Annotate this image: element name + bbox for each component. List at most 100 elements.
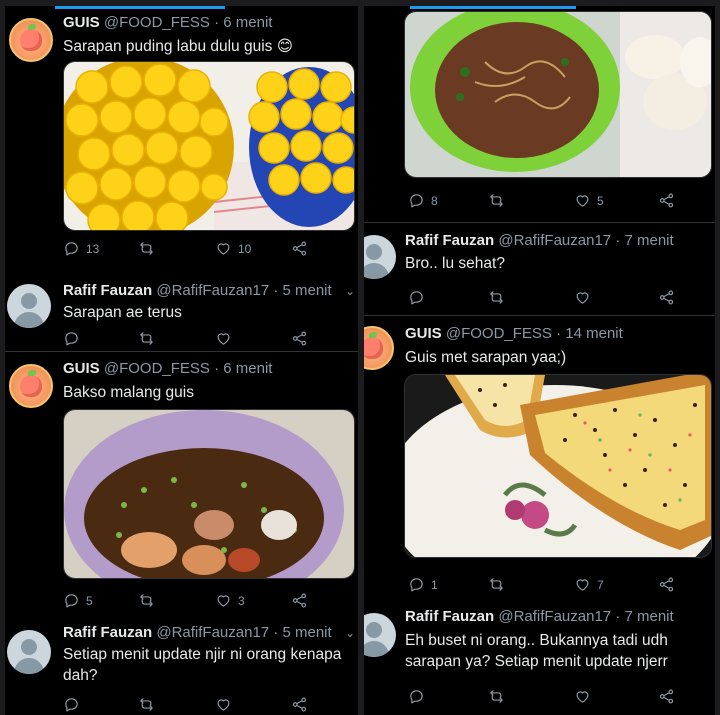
retweet-button[interactable]	[138, 592, 161, 609]
reply-button[interactable]	[408, 289, 431, 306]
share-button[interactable]	[291, 592, 308, 609]
tweet-card[interactable]: Rafif Fauzan @RafifFauzan17 · 5 menit ⌄ …	[5, 272, 358, 358]
retweet-button[interactable]	[488, 192, 511, 209]
display-name[interactable]: GUIS	[405, 325, 442, 342]
tweet-text: Eh buset ni orang.. Bukannya tadi udh sa…	[405, 632, 668, 670]
like-button[interactable]: 3	[215, 592, 245, 609]
like-button[interactable]	[574, 289, 597, 306]
like-button[interactable]: 7	[574, 576, 604, 593]
avatar[interactable]	[364, 235, 396, 279]
tweet-actions	[63, 696, 355, 715]
retweet-button[interactable]	[138, 240, 161, 257]
share-icon	[658, 576, 675, 593]
tweet-card[interactable]: GUIS @FOOD_FESS · 14 menit Guis met sara…	[364, 316, 715, 599]
share-button[interactable]	[658, 192, 675, 209]
tweet-card[interactable]: Rafif Fauzan @RafifFauzan17 · 5 menit ⌄ …	[5, 614, 358, 715]
tweet-text: Sarapan ae terus	[63, 304, 182, 321]
tweet-card[interactable]: Rafif Fauzan @RafifFauzan17 · 7 menit Br…	[364, 223, 715, 316]
tweet-image[interactable]	[63, 409, 355, 579]
tweet-header: GUIS @FOOD_FESS · 6 menit	[63, 14, 272, 32]
tweet-text: Sarapan puding labu dulu guis 😊	[63, 38, 293, 55]
avatar[interactable]	[364, 613, 396, 657]
reply-icon	[408, 192, 425, 209]
reply-count: 8	[431, 193, 438, 208]
display-name[interactable]: GUIS	[63, 360, 100, 377]
display-name[interactable]: Rafif Fauzan	[63, 282, 152, 299]
toast-photo	[405, 375, 711, 557]
reply-button[interactable]: 13	[63, 240, 99, 257]
reply-button[interactable]	[63, 330, 86, 347]
reply-button[interactable]: 5	[63, 592, 93, 609]
retweet-button[interactable]	[488, 289, 511, 306]
tweet-image[interactable]	[63, 61, 355, 231]
share-icon	[658, 289, 675, 306]
retweet-icon	[488, 576, 505, 593]
tweet-header: Rafif Fauzan @RafifFauzan17 · 7 menit	[405, 608, 674, 626]
tweet-image[interactable]	[404, 374, 712, 558]
reply-icon	[408, 576, 425, 593]
tweet-card[interactable]: GUIS @FOOD_FESS · 6 menit Sarapan puding…	[5, 6, 358, 272]
share-button[interactable]	[291, 240, 308, 257]
like-button[interactable]: 10	[215, 240, 251, 257]
like-button[interactable]	[574, 688, 597, 705]
retweet-button[interactable]	[138, 696, 161, 713]
like-icon	[215, 592, 232, 609]
retweet-button[interactable]	[138, 330, 161, 347]
like-button[interactable]	[215, 330, 238, 347]
share-button[interactable]	[291, 696, 308, 713]
like-count: 7	[597, 577, 604, 592]
avatar[interactable]	[9, 364, 53, 408]
reply-icon	[408, 289, 425, 306]
tweet-actions: 5 3	[63, 592, 355, 612]
handle-time: @RafifFauzan17 · 5 menit	[156, 282, 332, 299]
display-name[interactable]: GUIS	[63, 14, 100, 31]
reply-count: 1	[431, 577, 438, 592]
tweet-text: Bakso malang guis	[63, 384, 194, 401]
tweet-actions	[408, 289, 708, 309]
tweet-header: GUIS @FOOD_FESS · 14 menit	[405, 325, 623, 343]
reply-button[interactable]	[408, 688, 431, 705]
handle-time: @RafifFauzan17 · 7 menit	[498, 608, 674, 625]
like-button[interactable]	[215, 696, 238, 713]
share-button[interactable]	[658, 289, 675, 306]
avatar[interactable]	[7, 630, 51, 674]
tweet-text: Setiap menit update njir ni orang kenapa…	[63, 646, 342, 684]
like-icon	[574, 289, 591, 306]
share-button[interactable]	[291, 330, 308, 347]
tweet-header: Rafif Fauzan @RafifFauzan17 · 7 menit	[405, 232, 674, 250]
retweet-button[interactable]	[488, 576, 511, 593]
avatar[interactable]	[7, 284, 51, 328]
like-icon	[574, 688, 591, 705]
tweet-card[interactable]: Rafif Fauzan @RafifFauzan17 · 7 menit Eh…	[364, 599, 715, 715]
share-icon	[291, 696, 308, 713]
tweet-header: Rafif Fauzan @RafifFauzan17 · 5 menit	[63, 624, 332, 642]
like-button[interactable]: 5	[574, 192, 604, 209]
avatar[interactable]	[9, 18, 53, 62]
tweet-actions: 13 10	[63, 240, 355, 260]
reply-button[interactable]: 1	[408, 576, 438, 593]
tweet-image[interactable]	[404, 11, 712, 178]
tweet-card[interactable]: GUIS @FOOD_FESS · 6 menit Bakso malang g…	[5, 352, 358, 614]
tweet-actions	[408, 688, 708, 708]
avatar[interactable]	[364, 326, 394, 370]
tweet-header: Rafif Fauzan @RafifFauzan17 · 5 menit	[63, 282, 332, 300]
chevron-down-icon[interactable]: ⌄	[345, 284, 355, 298]
display-name[interactable]: Rafif Fauzan	[405, 608, 494, 625]
reply-icon	[63, 240, 80, 257]
reply-button[interactable]: 8	[408, 192, 438, 209]
share-icon	[658, 688, 675, 705]
retweet-icon	[138, 696, 155, 713]
tweet-actions	[63, 330, 355, 350]
share-button[interactable]	[658, 576, 675, 593]
reply-icon	[408, 688, 425, 705]
reply-count: 13	[86, 241, 100, 256]
tweet-header: GUIS @FOOD_FESS · 6 menit	[63, 360, 272, 378]
like-icon	[215, 240, 232, 257]
display-name[interactable]: Rafif Fauzan	[63, 624, 152, 641]
retweet-button[interactable]	[488, 688, 511, 705]
reply-button[interactable]	[63, 696, 86, 713]
tweet-card[interactable]: 8 5	[364, 6, 715, 224]
display-name[interactable]: Rafif Fauzan	[405, 232, 494, 249]
share-button[interactable]	[658, 688, 675, 705]
chevron-down-icon[interactable]: ⌄	[345, 626, 355, 640]
